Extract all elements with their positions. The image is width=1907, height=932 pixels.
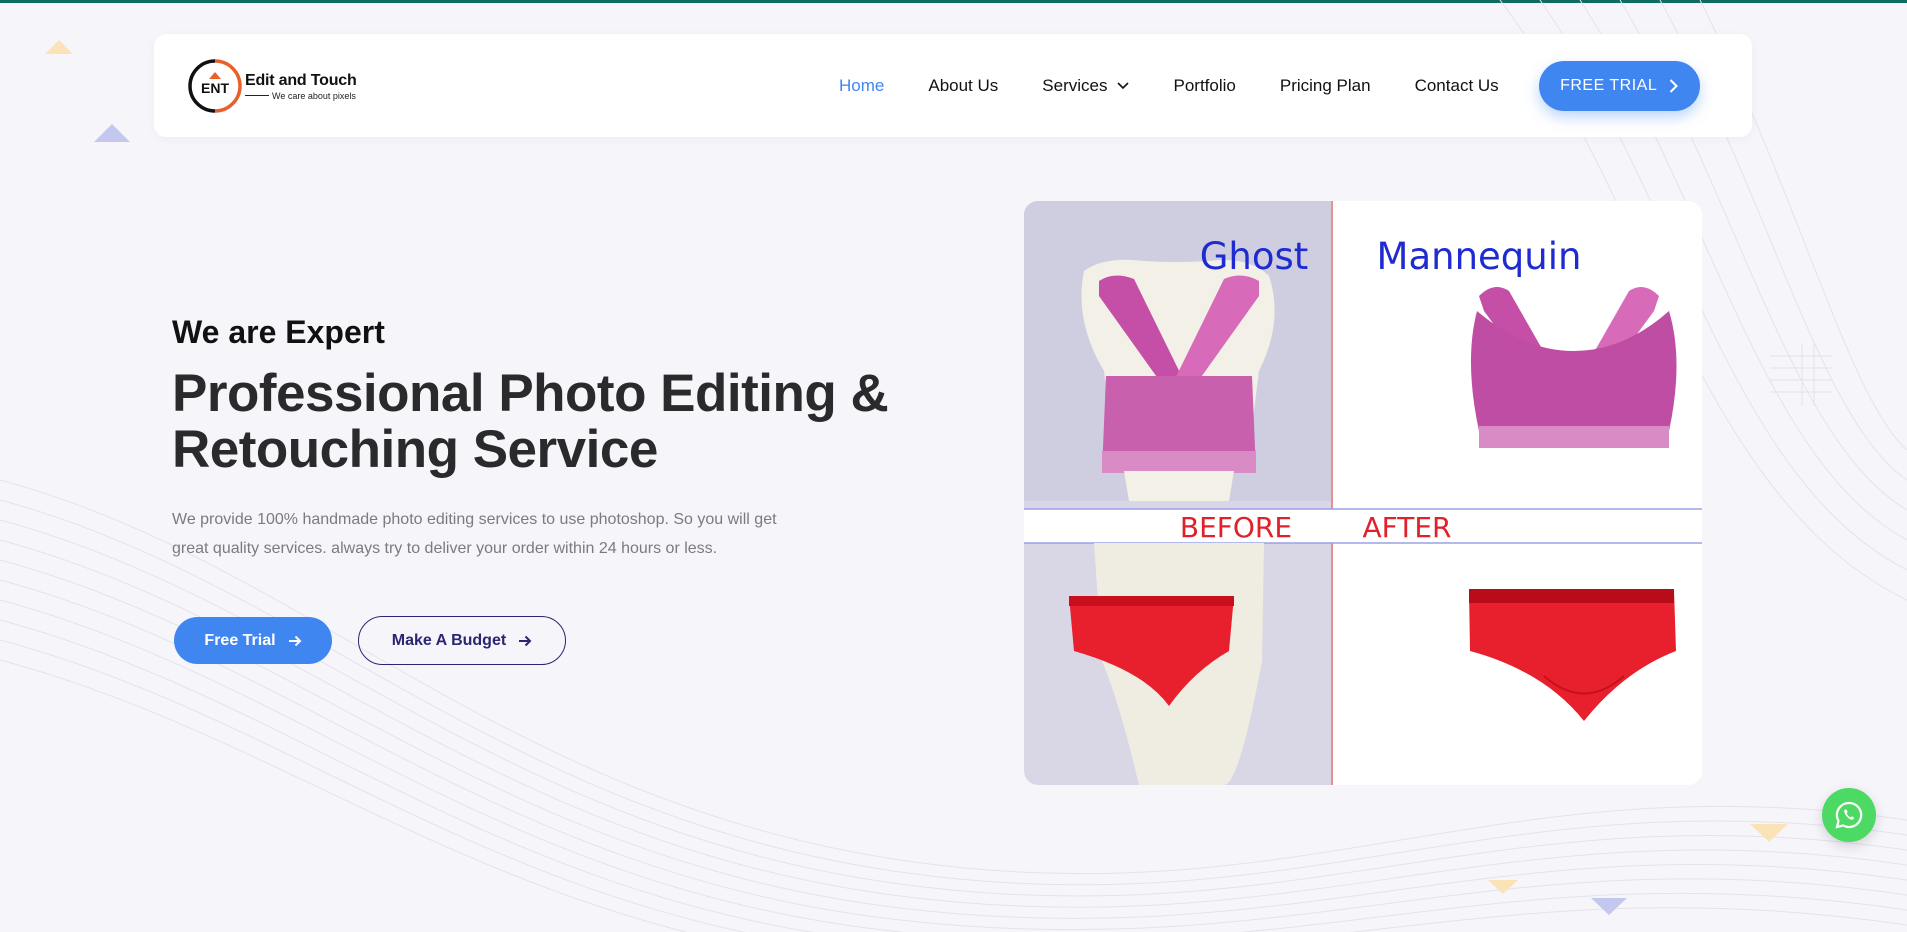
button-label: Free Trial	[204, 631, 276, 649]
nav-item-pricing[interactable]: Pricing Plan	[1280, 76, 1371, 96]
site-header: ENT Edit and Touch We care about pixels …	[154, 34, 1752, 137]
brand-tagline-row: We care about pixels	[245, 91, 357, 101]
nav-label: Contact Us	[1414, 75, 1499, 95]
nav-item-services[interactable]: Services	[1042, 75, 1130, 96]
showcase-title-left: Ghost	[1200, 235, 1309, 278]
hero-free-trial-button[interactable]: Free Trial	[174, 617, 332, 664]
nav-item-about[interactable]: About Us	[928, 76, 998, 96]
decor-grid	[1770, 344, 1832, 406]
before-label: BEFORE	[1180, 511, 1292, 544]
whatsapp-chat-button[interactable]	[1822, 788, 1876, 842]
nav-label: About Us	[928, 75, 999, 95]
nav-label: Home	[839, 75, 885, 95]
brand-tagline: We care about pixels	[272, 90, 356, 101]
hero-description: We provide 100% handmade photo editing s…	[172, 505, 812, 563]
hero-subtitle: We are Expert	[172, 314, 385, 350]
before-after-image: Ghost Mannequin BEFORE AFTER	[1024, 201, 1702, 785]
main-nav: Home About Us Services Portfolio Pricing…	[839, 34, 1700, 137]
after-label: AFTER	[1362, 511, 1451, 544]
free-trial-label: FREE TRIAL	[1560, 76, 1658, 94]
decor-triangle	[94, 124, 130, 142]
tagline-divider	[245, 95, 269, 96]
chevron-down-icon	[1117, 81, 1130, 89]
nav-item-home[interactable]: Home	[839, 76, 884, 96]
before-after-showcase: Ghost Mannequin BEFORE AFTER	[1024, 201, 1702, 785]
decor-triangle	[1488, 880, 1518, 894]
brand-name: Edit and Touch	[245, 71, 357, 89]
logo-mark-icon: ENT	[188, 59, 242, 113]
nav-item-contact[interactable]: Contact Us	[1415, 76, 1499, 96]
arrow-right-icon	[519, 635, 532, 646]
whatsapp-icon	[1835, 801, 1863, 829]
nav-label: Pricing Plan	[1279, 75, 1371, 95]
decor-triangle	[1591, 898, 1627, 915]
hero-title: Professional Photo Editing & Retouching …	[172, 366, 932, 478]
showcase-title-right: Mannequin	[1377, 235, 1582, 278]
nav-label: Services	[1042, 75, 1108, 95]
decor-triangle	[1750, 824, 1788, 842]
brand-logo[interactable]: ENT Edit and Touch We care about pixels	[187, 58, 357, 114]
hero-title-line: Professional Photo Editing &	[172, 364, 889, 423]
hero-title-line: Retouching Service	[172, 420, 658, 479]
make-budget-button[interactable]: Make A Budget	[358, 616, 566, 665]
chevron-right-icon	[1670, 78, 1679, 93]
decor-triangle	[45, 40, 73, 54]
logo-mark-text: ENT	[201, 80, 229, 96]
free-trial-button[interactable]: FREE TRIAL	[1538, 60, 1700, 111]
arrow-right-icon	[288, 635, 301, 646]
hero-description-line: great quality services. always try to de…	[172, 540, 718, 557]
hero-description-line: We provide 100% handmade photo editing s…	[172, 511, 777, 528]
button-label: Make A Budget	[391, 631, 507, 649]
nav-item-portfolio[interactable]: Portfolio	[1173, 76, 1235, 96]
nav-label: Portfolio	[1173, 75, 1236, 95]
